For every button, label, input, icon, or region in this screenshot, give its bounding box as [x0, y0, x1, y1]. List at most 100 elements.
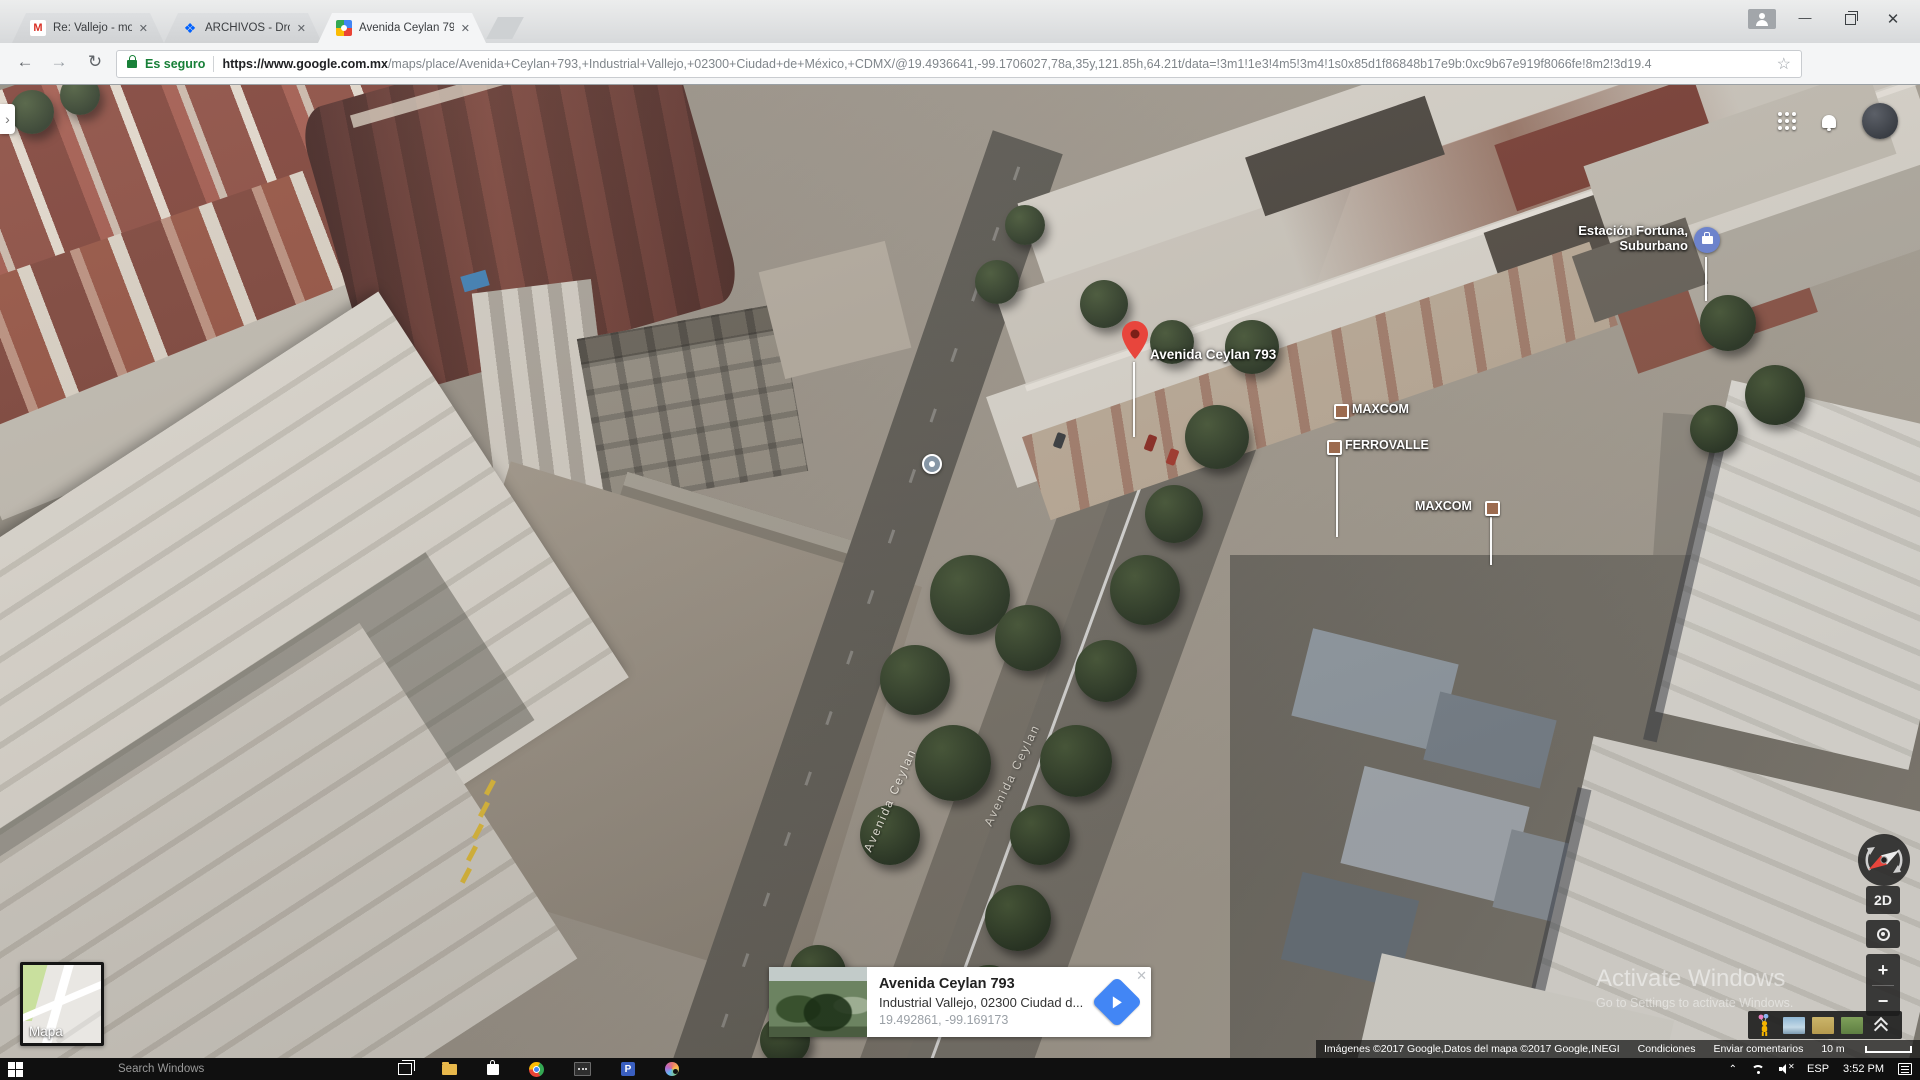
maps-favicon-icon — [336, 20, 352, 36]
scale-bar — [1864, 1045, 1912, 1053]
tray-expand-icon[interactable]: ⌃ — [1729, 1064, 1737, 1075]
url-text[interactable]: https://www.google.com.mx/maps/place/Ave… — [222, 57, 1768, 71]
tab-dropbox[interactable]: ❖ ARCHIVOS - Dropbox ✕ — [164, 13, 322, 43]
imagery-thumb-sky[interactable] — [1783, 1016, 1805, 1034]
chrome-icon[interactable] — [529, 1061, 544, 1077]
poi-label-maxcom-2[interactable]: MAXCOM — [1415, 499, 1472, 513]
tab-title: Avenida Ceylan 793 - Goo — [359, 22, 454, 34]
poi-leader-line — [1336, 457, 1338, 537]
station-label-line2: Suburbano — [1619, 238, 1688, 253]
streetview-photo[interactable] — [769, 967, 867, 1037]
imagery-credit: Imágenes ©2017 Google,Datos del mapa ©20… — [1324, 1043, 1620, 1055]
close-tab-icon[interactable]: ✕ — [139, 22, 148, 35]
new-tab-button[interactable] — [486, 17, 524, 39]
browser-titlebar: M Re: Vallejo - movil@dikar ✕ ❖ ARCHIVOS… — [0, 0, 1920, 43]
zoom-in-button[interactable]: + — [1866, 955, 1900, 985]
station-icon[interactable] — [1694, 227, 1720, 253]
imagery-thumb-field[interactable] — [1812, 1016, 1834, 1034]
poi-label-maxcom-1[interactable]: MAXCOM — [1352, 402, 1409, 416]
url-path: /maps/place/Avenida+Ceylan+793,+Industri… — [387, 57, 1652, 71]
pegman-bar — [1748, 1011, 1902, 1039]
station-label[interactable]: Estación Fortuna, Suburbano — [1530, 223, 1688, 253]
google-apps-grid-icon[interactable] — [1778, 112, 1796, 130]
chevron-right-icon: › — [5, 111, 10, 127]
forward-button[interactable]: → — [46, 52, 72, 72]
restore-icon — [1844, 11, 1858, 25]
pegman-icon[interactable] — [1756, 1014, 1776, 1036]
tab-maps-active[interactable]: Avenida Ceylan 793 - Goo ✕ — [318, 13, 486, 43]
close-tab-icon[interactable]: ✕ — [461, 22, 470, 35]
volume-muted-icon[interactable]: ✕ — [1779, 1062, 1795, 1074]
directions-button[interactable] — [1091, 976, 1143, 1028]
compass-control[interactable] — [1858, 834, 1910, 886]
place-pin-icon[interactable] — [1122, 321, 1148, 359]
store-icon[interactable] — [487, 1059, 499, 1075]
side-panel-toggle[interactable]: › — [0, 104, 15, 134]
bookmark-star-icon[interactable]: ☆ — [1777, 54, 1791, 74]
reload-button[interactable]: ↻ — [82, 52, 108, 72]
scale-label: 10 m — [1821, 1043, 1845, 1055]
secure-lock-icon — [127, 55, 137, 68]
zoom-control: + − — [1866, 954, 1900, 1016]
taskbar-icons: P — [398, 1058, 679, 1080]
divider — [213, 56, 215, 72]
desktop: M Re: Vallejo - movil@dikar ✕ ❖ ARCHIVOS… — [0, 0, 1920, 1080]
system-tray: ⌃ ✕ ESP 3:52 PM — [1729, 1058, 1920, 1080]
card-close-icon[interactable]: ✕ — [1136, 968, 1147, 984]
tab-gmail[interactable]: M Re: Vallejo - movil@dikar ✕ — [12, 13, 164, 43]
notifications-bell-icon[interactable] — [1822, 114, 1836, 131]
place-coordinates: 19.492861, -99.169173 — [879, 1013, 1009, 1027]
poi-marker-icon[interactable] — [1485, 501, 1500, 516]
windows-taskbar: Search Windows P ⌃ ✕ ESP 3:52 PM — [0, 1058, 1920, 1080]
language-indicator[interactable]: ESP — [1807, 1063, 1829, 1075]
tab-title: ARCHIVOS - Dropbox — [205, 22, 288, 34]
poi-marker-icon[interactable] — [1334, 404, 1349, 419]
secure-label: Es seguro — [145, 57, 206, 71]
poi-marker-icon[interactable] — [1327, 440, 1342, 455]
poi-leader-line — [1490, 517, 1492, 565]
directions-arrow-icon — [1112, 996, 1122, 1008]
transit-dot-marker[interactable] — [922, 454, 942, 474]
address-bar[interactable]: Es seguro https://www.google.com.mx/maps… — [116, 50, 1802, 78]
app-p-icon[interactable]: P — [621, 1062, 635, 1076]
place-info-card: Avenida Ceylan 793 Industrial Vallejo, 0… — [769, 967, 1151, 1037]
2d-mode-button[interactable]: 2D — [1866, 886, 1900, 914]
minimap-label: Mapa — [29, 1024, 63, 1039]
dropbox-favicon-icon: ❖ — [183, 19, 197, 36]
start-button[interactable] — [8, 1062, 23, 1077]
file-explorer-icon[interactable] — [442, 1061, 457, 1075]
pin-leader-line — [1133, 362, 1135, 437]
close-window-button[interactable]: ✕ — [1878, 10, 1908, 28]
close-tab-icon[interactable]: ✕ — [297, 22, 306, 35]
my-location-button[interactable] — [1866, 920, 1900, 948]
location-target-icon — [1876, 927, 1890, 941]
feedback-link[interactable]: Enviar comentarios — [1713, 1043, 1803, 1055]
marker-label[interactable]: Avenida Ceylan 793 — [1150, 347, 1276, 362]
browser-profile-button[interactable] — [1748, 9, 1776, 29]
terms-link[interactable]: Condiciones — [1638, 1043, 1696, 1055]
back-button[interactable]: ← — [12, 52, 38, 72]
app-monitor-icon[interactable] — [574, 1062, 591, 1076]
clock[interactable]: 3:52 PM — [1843, 1063, 1884, 1075]
person-icon — [1756, 20, 1768, 26]
task-view-icon[interactable] — [398, 1060, 415, 1075]
minimize-button[interactable]: — — [1790, 10, 1820, 25]
wifi-icon[interactable] — [1751, 1065, 1765, 1074]
imagery-thumb-grass[interactable] — [1841, 1016, 1863, 1034]
map-top-right-controls — [1778, 103, 1898, 139]
account-avatar[interactable] — [1862, 103, 1898, 139]
station-leader-line — [1705, 257, 1707, 301]
poi-label-ferrovalle[interactable]: FERROVALLE — [1345, 438, 1429, 452]
collapse-imagery-button[interactable] — [1873, 1016, 1889, 1038]
gmail-favicon-icon: M — [30, 20, 46, 36]
browser-toolbar: ← → ↻ Es seguro https://www.google.com.m… — [0, 43, 1920, 116]
map-canvas[interactable]: › Avenida Ceylan 793 MAXCOM FERROVALLE M… — [0, 85, 1920, 1058]
place-address: Industrial Vallejo, 02300 Ciudad d... — [879, 995, 1084, 1010]
taskbar-search[interactable]: Search Windows — [118, 1058, 204, 1080]
restore-button[interactable] — [1835, 11, 1865, 28]
briefcase-icon — [1701, 232, 1713, 244]
action-center-icon[interactable] — [1898, 1063, 1912, 1075]
minimap-toggle[interactable]: Mapa — [20, 962, 104, 1046]
person-icon — [1759, 13, 1765, 19]
paint-palette-icon[interactable] — [665, 1062, 679, 1076]
